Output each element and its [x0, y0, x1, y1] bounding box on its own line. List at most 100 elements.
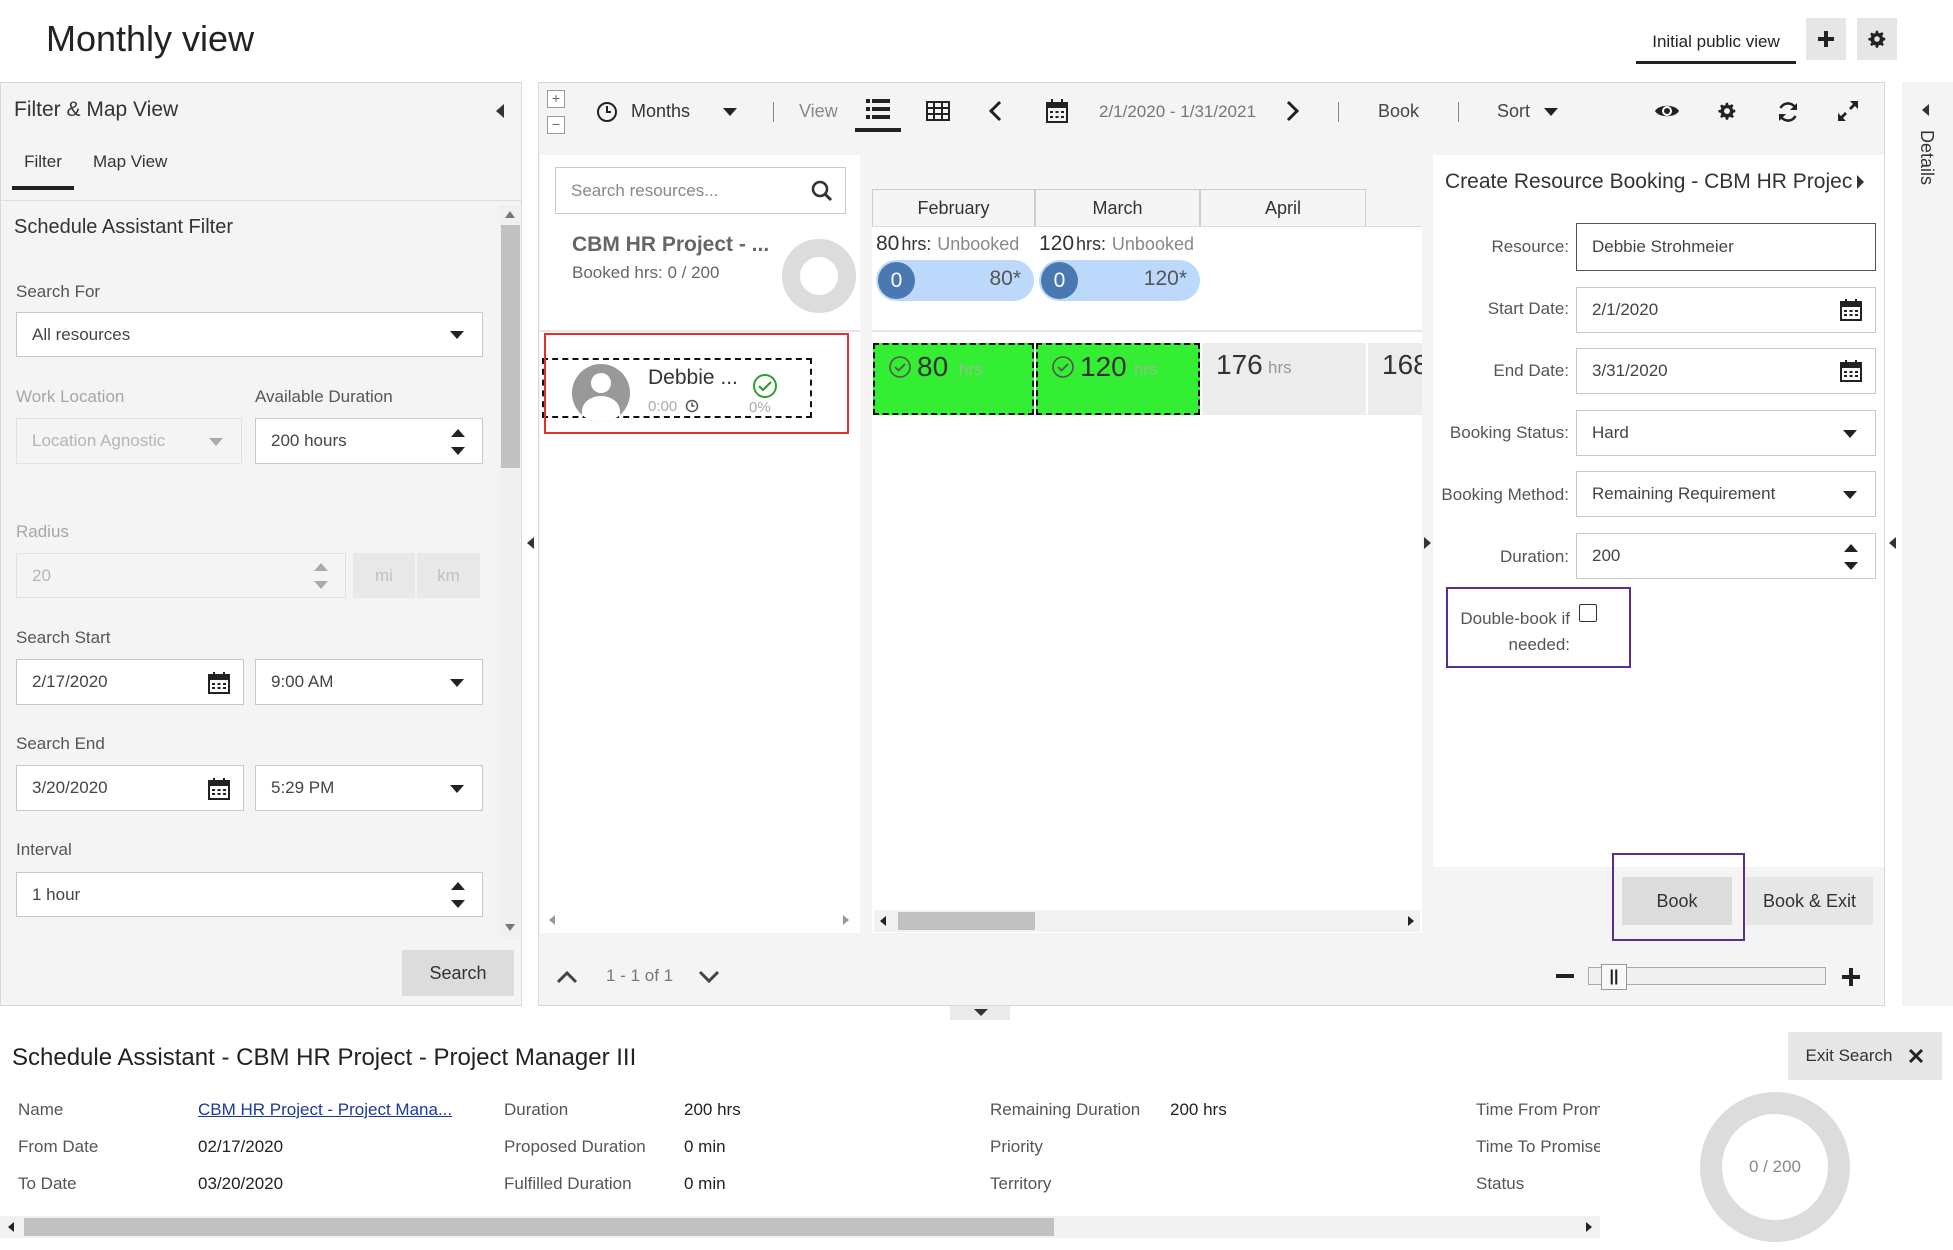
chevron-down-icon[interactable] [698, 970, 720, 986]
details-side-panel[interactable]: Details [1902, 82, 1953, 1006]
work-location-select[interactable]: Location Agnostic [16, 418, 242, 464]
unit-km-button[interactable]: km [417, 553, 480, 598]
requirement-cell-march[interactable]: 120 hrs: Unbooked 0 120* [1039, 232, 1204, 304]
zoom-in-icon[interactable] [1841, 967, 1861, 987]
list-view-button[interactable] [855, 92, 901, 132]
booking-status-select[interactable]: Hard [1576, 410, 1876, 456]
zoom-out-icon[interactable] [1556, 974, 1574, 978]
expand-all-icon[interactable]: + [547, 90, 565, 108]
months-selector[interactable]: Months [631, 101, 690, 122]
book-exit-button[interactable]: Book & Exit [1746, 877, 1873, 925]
stepper-icon[interactable] [451, 882, 465, 908]
resource-cell-march[interactable]: 120 hrs [1036, 343, 1200, 415]
chevron-left-icon[interactable] [988, 100, 1002, 122]
requirement-link[interactable]: CBM HR Project - Project Mana... [198, 1100, 452, 1120]
sort-button[interactable]: Sort [1497, 101, 1530, 122]
left-splitter[interactable] [524, 82, 538, 1006]
scroll-right-arrow[interactable] [1586, 1222, 1592, 1232]
calendar-icon[interactable] [208, 778, 230, 800]
zoom-slider-thumb[interactable]: || [1601, 964, 1627, 990]
gear-icon[interactable] [1716, 100, 1738, 122]
bottom-panel-title: Schedule Assistant - CBM HR Project - Pr… [12, 1044, 637, 1071]
resource-hscrollbar[interactable] [545, 910, 853, 930]
date-range-label[interactable]: 2/1/2020 - 1/31/2021 [1099, 102, 1256, 122]
scrollbar-thumb[interactable] [501, 225, 520, 468]
scrollbar-thumb[interactable] [898, 912, 1035, 930]
expand-arrow[interactable] [1889, 537, 1896, 549]
duration-field[interactable]: 200 [1576, 533, 1876, 579]
search-button[interactable]: Search [402, 950, 514, 996]
requirement-cell-february[interactable]: 80 hrs: Unbooked 0 80* [876, 232, 1036, 304]
chevron-down-icon [450, 679, 464, 687]
tab-map-view[interactable]: Map View [93, 152, 167, 190]
stepper-icon[interactable] [451, 429, 465, 455]
resource-field[interactable]: Debbie Strohmeier [1576, 223, 1876, 271]
calendar-icon[interactable] [208, 672, 230, 694]
collapse-left-arrow[interactable] [527, 537, 534, 549]
resource-cell-april[interactable]: 176 hrs [1202, 343, 1366, 415]
timeline-splitter[interactable] [1422, 155, 1432, 933]
radius-field[interactable]: 20 [16, 553, 346, 598]
calendar-icon[interactable] [1046, 99, 1068, 123]
view-selector-tab[interactable]: Initial public view [1636, 22, 1796, 64]
details-arrow[interactable] [1922, 104, 1929, 116]
proposed-duration-value: 0 min [684, 1137, 726, 1156]
search-start-date[interactable]: 2/17/2020 [16, 659, 244, 705]
search-end-date[interactable]: 3/20/2020 [16, 765, 244, 811]
pill-booked: 0 [878, 262, 915, 299]
tab-filter[interactable]: Filter [12, 152, 74, 190]
search-for-select[interactable]: All resources [16, 312, 483, 357]
interval-field[interactable]: 1 hour [16, 872, 483, 917]
chevron-up-icon[interactable] [556, 968, 578, 984]
scroll-right-arrow[interactable] [1408, 916, 1414, 926]
end-date-field[interactable]: 3/31/2020 [1576, 348, 1876, 394]
booking-method-select[interactable]: Remaining Requirement [1576, 471, 1876, 517]
collapse-filter-icon[interactable] [496, 104, 504, 118]
settings-button[interactable] [1857, 18, 1897, 60]
right-splitter[interactable] [1886, 82, 1900, 1006]
scrollbar-thumb[interactable] [24, 1218, 1054, 1236]
stepper-icon[interactable] [1844, 544, 1858, 570]
resource-cell-may[interactable]: 168 [1368, 343, 1422, 415]
scroll-right-arrow[interactable] [843, 915, 849, 925]
requirement-name[interactable]: CBM HR Project - ... [572, 233, 769, 257]
scroll-down-arrow[interactable] [505, 924, 515, 931]
chevron-down-icon[interactable] [1544, 108, 1558, 116]
collapse-booking-icon[interactable] [1857, 175, 1864, 189]
scroll-up-arrow[interactable] [505, 211, 515, 218]
filter-scrollbar[interactable] [500, 205, 520, 937]
grid-icon[interactable] [926, 101, 950, 121]
expand-arrow[interactable] [1424, 537, 1431, 549]
search-end-time[interactable]: 5:29 PM [255, 765, 483, 811]
exit-search-button[interactable]: Exit Search [1788, 1032, 1942, 1080]
view-selector-label: Initial public view [1652, 31, 1780, 51]
eye-icon[interactable] [1654, 102, 1680, 120]
book-toolbar-button[interactable]: Book [1378, 101, 1419, 122]
chevron-down-icon[interactable] [723, 108, 737, 116]
search-icon[interactable] [811, 180, 833, 202]
search-resources-input[interactable]: Search resources... [555, 167, 846, 214]
timeline-hscrollbar[interactable] [874, 910, 1420, 932]
available-duration-field[interactable]: 200 hours [255, 418, 483, 464]
bottom-hscrollbar[interactable] [0, 1216, 1600, 1238]
fullscreen-icon[interactable] [1837, 100, 1859, 122]
unit-mi-button[interactable]: mi [353, 553, 415, 598]
scroll-left-arrow[interactable] [880, 916, 886, 926]
resource-cell-february[interactable]: 80 hrs [873, 343, 1034, 415]
refresh-icon[interactable] [1776, 100, 1800, 124]
chevron-right-icon[interactable] [1286, 100, 1300, 122]
scroll-left-arrow[interactable] [549, 915, 555, 925]
collapse-all-icon[interactable]: − [547, 116, 565, 134]
search-start-time[interactable]: 9:00 AM [255, 659, 483, 705]
drawer-handle[interactable] [950, 1006, 1010, 1020]
resource-value: Debbie Strohmeier [1592, 237, 1734, 256]
add-view-button[interactable] [1806, 18, 1846, 60]
available-duration-label: Available Duration [255, 387, 393, 406]
calendar-icon[interactable] [1840, 299, 1862, 321]
proposed-duration-label: Proposed Duration [504, 1137, 646, 1156]
scroll-left-arrow[interactable] [8, 1222, 14, 1232]
calendar-icon[interactable] [1840, 360, 1862, 382]
start-date-field[interactable]: 2/1/2020 [1576, 287, 1876, 333]
search-start-label: Search Start [16, 628, 111, 647]
zoom-slider[interactable]: || [1588, 964, 1826, 990]
